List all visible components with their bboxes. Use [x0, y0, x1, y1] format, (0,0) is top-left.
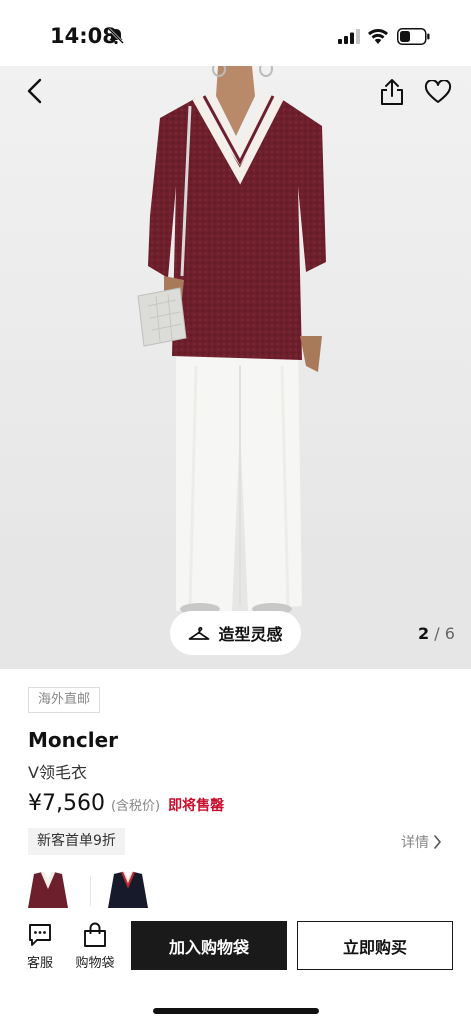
total-pages: 6: [444, 624, 455, 643]
brand-name[interactable]: Moncler: [28, 728, 118, 752]
style-inspiration-button[interactable]: 造型灵感: [170, 611, 301, 655]
bottom-action-bar: 客服 购物袋 加入购物袋 立即购买: [0, 908, 471, 1024]
tax-note: (含税价): [110, 799, 161, 814]
chevron-right-icon: [434, 835, 442, 849]
promo-detail-link[interactable]: 详情: [401, 832, 442, 852]
variant-divider: [90, 876, 91, 906]
variant-swatch-navy[interactable]: [106, 868, 150, 908]
back-arrow-icon[interactable]: [20, 76, 50, 106]
price-row: ¥7,560 (含税价) 即将售罄: [28, 791, 224, 816]
service-label: 客服: [26, 956, 53, 971]
shopping-bag-button[interactable]: 购物袋: [72, 922, 118, 971]
wifi-icon: [368, 29, 388, 44]
signal-icon: [338, 29, 360, 44]
detail-link-label: 详情: [401, 835, 429, 851]
product-image-gallery[interactable]: [0, 66, 471, 669]
battery-icon: [397, 28, 430, 45]
home-indicator[interactable]: [153, 1008, 319, 1014]
buy-now-button[interactable]: 立即购买: [297, 921, 453, 970]
style-inspiration-label: 造型灵感: [218, 625, 283, 644]
shipping-tag: 海外直邮: [28, 687, 101, 713]
bell-off-icon: [108, 28, 124, 45]
share-icon[interactable]: [378, 77, 406, 107]
add-to-cart-button[interactable]: 加入购物袋: [131, 921, 287, 970]
promo-tag: 新客首单9折: [28, 828, 125, 855]
stock-status: 即将售罄: [168, 798, 225, 814]
color-variants: [26, 868, 226, 908]
page-separator: /: [434, 624, 440, 643]
bag-label: 购物袋: [75, 956, 115, 971]
chat-icon: [29, 924, 51, 946]
customer-service-button[interactable]: 客服: [22, 922, 58, 971]
hanger-icon: [189, 626, 210, 640]
status-bar: 14:08: [0, 0, 471, 66]
current-page: 2: [418, 624, 430, 643]
variant-swatch-burgundy[interactable]: [26, 868, 70, 908]
product-name: V领毛衣: [28, 763, 87, 782]
price: ¥7,560: [28, 791, 105, 816]
shopping-bag-icon: [84, 922, 106, 947]
product-photo: [0, 66, 471, 669]
gallery-page-counter: 2 / 6: [418, 624, 455, 643]
heart-icon[interactable]: [424, 80, 452, 104]
